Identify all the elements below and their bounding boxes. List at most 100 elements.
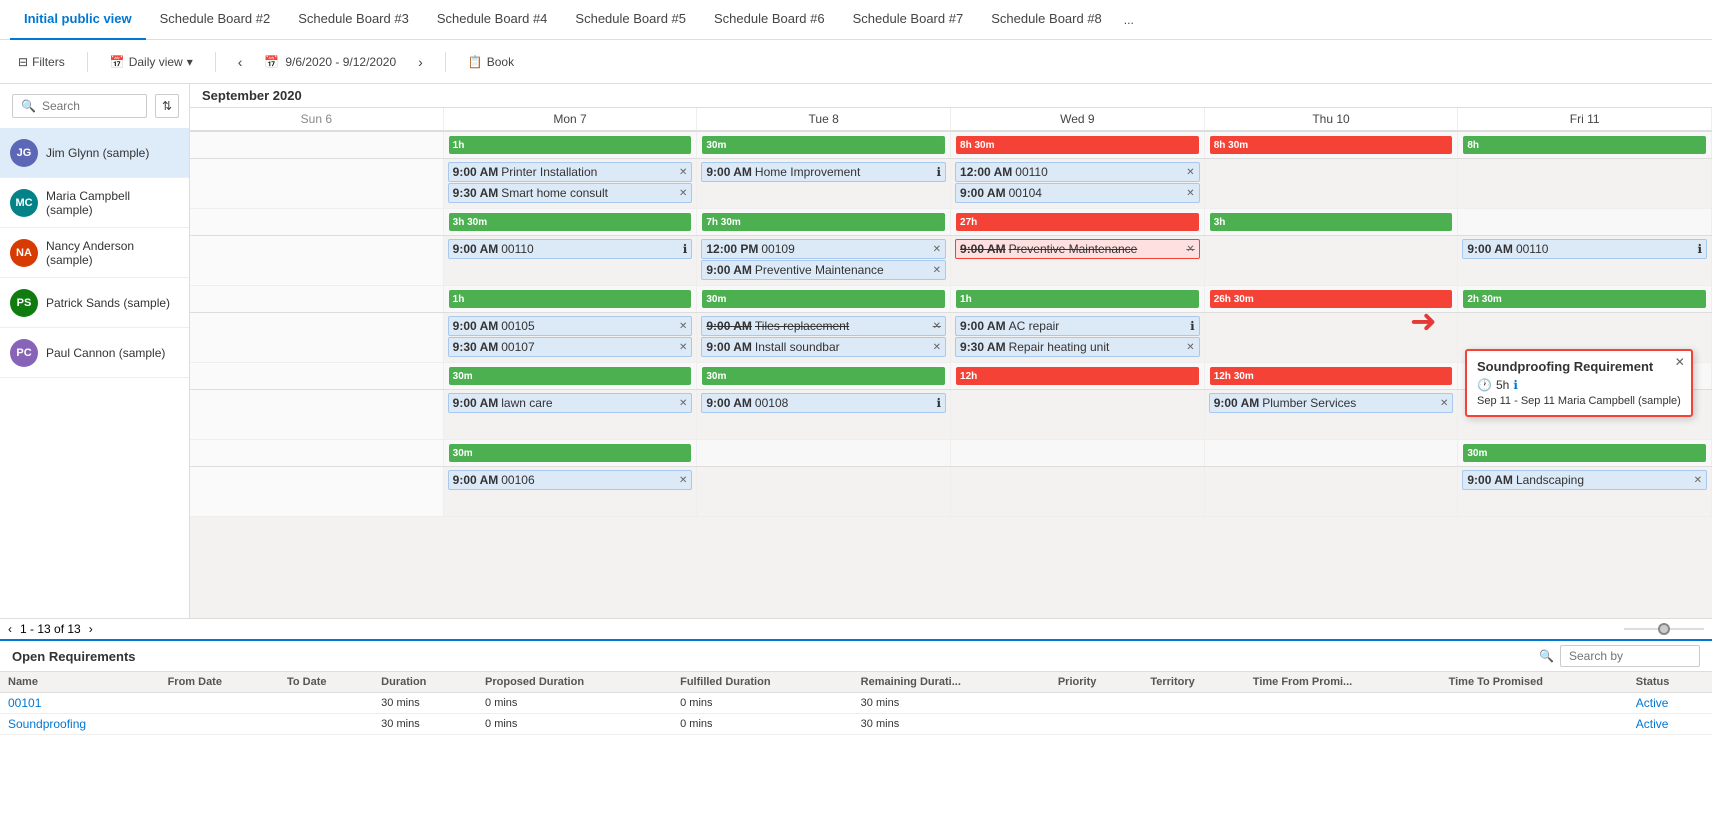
event-chip[interactable]: 9:00 AMlawn care✕: [448, 393, 693, 413]
avatar: JG: [10, 139, 38, 167]
event-chip[interactable]: 9:00 AM00106✕: [448, 470, 693, 490]
event-title: 00110: [501, 242, 533, 256]
event-time: 9:00 AM: [1214, 396, 1260, 410]
event-time: 9:00 AM: [453, 165, 499, 179]
search-input[interactable]: [42, 99, 138, 113]
event-close-button[interactable]: ✕: [933, 244, 941, 255]
table-cell[interactable]: Active: [1628, 693, 1712, 714]
table-cell: 30 mins: [853, 693, 1050, 714]
sidebar-resource-ps[interactable]: PS Patrick Sands (sample): [0, 278, 189, 328]
tab-schedule-board-7[interactable]: Schedule Board #7: [839, 0, 978, 40]
filter-icon: ⊟: [18, 55, 28, 69]
next-date-button[interactable]: ›: [412, 52, 429, 72]
bottom-panel-header: Open Requirements 🔍: [0, 641, 1712, 672]
resource-name: Jim Glynn (sample): [46, 146, 149, 160]
event-close-button[interactable]: ✕: [933, 342, 941, 353]
bottom-search-input[interactable]: [1560, 645, 1700, 667]
event-chip[interactable]: 9:30 AMRepair heating unit✕: [955, 337, 1200, 357]
event-close-button[interactable]: ✕: [679, 188, 687, 199]
event-close-button[interactable]: ✕: [933, 321, 941, 332]
table-cell: [1245, 714, 1441, 735]
book-button[interactable]: 📋 Book: [462, 51, 520, 73]
summary-cell: 30m: [444, 440, 698, 466]
event-chip[interactable]: 9:00 AMPrinter Installation✕: [448, 162, 693, 182]
tab-schedule-board-6[interactable]: Schedule Board #6: [700, 0, 839, 40]
view-selector[interactable]: 📅 Daily view ▾: [104, 51, 199, 73]
event-close-button[interactable]: ✕: [1186, 167, 1194, 178]
prev-page-button[interactable]: ‹: [8, 622, 12, 636]
event-close-button[interactable]: ✕: [1694, 475, 1702, 486]
event-time: 9:00 AM: [453, 396, 499, 410]
table-row: Soundproofing30 mins0 mins0 mins30 minsA…: [0, 714, 1712, 735]
event-chip[interactable]: 9:00 AMHome Improvementℹ: [701, 162, 946, 182]
event-close-button[interactable]: ✕: [1440, 398, 1448, 409]
toolbar: ⊟ Filters 📅 Daily view ▾ ‹ 📅 9/6/2020 - …: [0, 40, 1712, 84]
tab-more[interactable]: ...: [1116, 13, 1142, 27]
search-box[interactable]: 🔍: [12, 94, 147, 118]
sidebar-resource-pc[interactable]: PC Paul Cannon (sample): [0, 328, 189, 378]
tab-schedule-board-5[interactable]: Schedule Board #5: [561, 0, 700, 40]
summary-cell: 30m: [697, 132, 951, 158]
day-header-sun-6: Sun 6: [190, 108, 444, 130]
event-chip[interactable]: 9:00 AMTiles replacement✕: [701, 316, 946, 336]
next-page-button[interactable]: ›: [89, 622, 93, 636]
event-chip[interactable]: 12:00 PM00109✕: [701, 239, 946, 259]
sort-button[interactable]: ⇅: [155, 94, 179, 118]
event-chip[interactable]: 9:30 AMSmart home consult✕: [448, 183, 693, 203]
table-cell: [279, 693, 373, 714]
event-chip[interactable]: 9:00 AM00110ℹ: [1462, 239, 1707, 259]
event-chip[interactable]: 9:00 AMPlumber Services✕: [1209, 393, 1454, 413]
event-chip[interactable]: 9:00 AM00108ℹ: [701, 393, 946, 413]
name-link[interactable]: Soundproofing: [8, 717, 86, 731]
event-chip[interactable]: 9:00 AMAC repairℹ: [955, 316, 1200, 336]
month-label: September 2020: [190, 84, 1712, 108]
tab-schedule-board-8[interactable]: Schedule Board #8: [977, 0, 1116, 40]
summary-bar: 3h 30m: [449, 213, 692, 231]
event-close-button[interactable]: ✕: [679, 475, 687, 486]
resource-name: Paul Cannon (sample): [46, 346, 165, 360]
event-close-button[interactable]: ✕: [679, 321, 687, 332]
event-info-icon: ℹ: [936, 396, 941, 410]
event-close-button[interactable]: ✕: [1186, 342, 1194, 353]
popup-close-button[interactable]: ✕: [1675, 355, 1685, 369]
event-title: 00106: [501, 473, 534, 487]
event-close-button[interactable]: ✕: [679, 398, 687, 409]
tab-initial-public-view[interactable]: Initial public view: [10, 0, 146, 40]
event-chip[interactable]: 9:00 AM00104✕: [955, 183, 1200, 203]
event-time: 9:00 AM: [453, 242, 499, 256]
tab-schedule-board-3[interactable]: Schedule Board #3: [284, 0, 423, 40]
event-chip[interactable]: 9:00 AM00110ℹ: [448, 239, 693, 259]
table-cell[interactable]: Soundproofing: [0, 714, 160, 735]
column-header: Fulfilled Duration: [672, 672, 853, 693]
prev-date-button[interactable]: ‹: [232, 52, 249, 72]
event-chip[interactable]: 9:00 AMPreventive Maintenance✕: [701, 260, 946, 280]
table-cell[interactable]: 00101: [0, 693, 160, 714]
event-close-button[interactable]: ✕: [679, 342, 687, 353]
event-close-button[interactable]: ✕: [1186, 244, 1194, 255]
calendar-icon: 📅: [110, 55, 125, 69]
event-close-button[interactable]: ✕: [1186, 188, 1194, 199]
table-cell: 30 mins: [853, 714, 1050, 735]
status-link[interactable]: Active: [1636, 717, 1669, 731]
event-chip[interactable]: 12:00 AM00110✕: [955, 162, 1200, 182]
event-chip[interactable]: 9:00 AMInstall soundbar✕: [701, 337, 946, 357]
tab-schedule-board-2[interactable]: Schedule Board #2: [146, 0, 285, 40]
event-chip[interactable]: 9:00 AMLandscaping✕: [1462, 470, 1707, 490]
event-close-button[interactable]: ✕: [933, 265, 941, 276]
event-chip[interactable]: 9:00 AMPreventive Maintenance✕: [955, 239, 1200, 259]
table-cell[interactable]: Active: [1628, 714, 1712, 735]
event-chip[interactable]: 9:30 AM00107✕: [448, 337, 693, 357]
name-link[interactable]: 00101: [8, 696, 41, 710]
status-link[interactable]: Active: [1636, 696, 1669, 710]
event-chip[interactable]: 9:00 AM00105✕: [448, 316, 693, 336]
filters-button[interactable]: ⊟ Filters: [12, 51, 71, 73]
event-close-button[interactable]: ✕: [679, 167, 687, 178]
resource-name: Maria Campbell (sample): [46, 189, 179, 217]
tab-schedule-board-4[interactable]: Schedule Board #4: [423, 0, 562, 40]
resource-name: Nancy Anderson (sample): [46, 239, 179, 267]
sidebar-resource-jg[interactable]: JG Jim Glynn (sample): [0, 128, 189, 178]
sidebar-resource-mc[interactable]: MC Maria Campbell (sample): [0, 178, 189, 228]
sidebar-resource-na[interactable]: NA Nancy Anderson (sample): [0, 228, 189, 278]
events-cell-4-2: [697, 467, 951, 516]
scroll-indicator[interactable]: [1624, 623, 1704, 635]
